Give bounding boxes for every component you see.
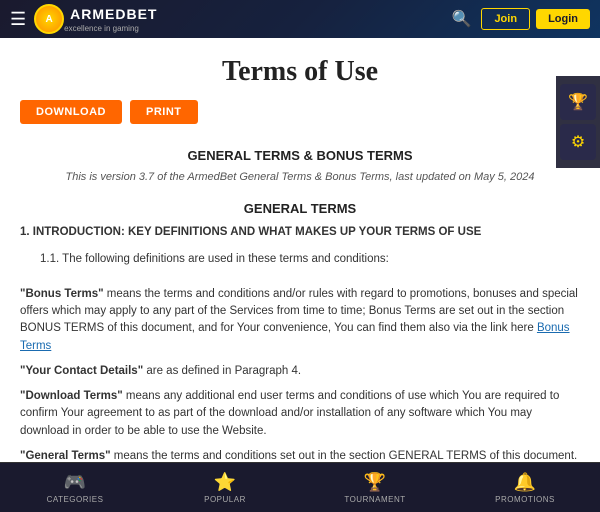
section-heading-1: GENERAL TERMS & BONUS TERMS (0, 138, 600, 167)
tournament-icon: 🏆 (364, 472, 386, 493)
logo-icon: A (34, 4, 64, 34)
categories-label: CATEGORIES (47, 495, 104, 504)
join-button[interactable]: Join (481, 8, 530, 30)
promotions-icon: 🔔 (514, 472, 536, 493)
intro-item: 1. INTRODUCTION: KEY DEFINITIONS AND WHA… (20, 224, 580, 241)
print-button[interactable]: PRINT (130, 100, 198, 124)
main-content: Terms of Use DOWNLOAD PRINT GENERAL TERM… (0, 38, 600, 462)
popular-icon: ⭐ (214, 472, 236, 493)
header: ☰ A ARMEDBET excellence in gaming 🔍 Join… (0, 0, 600, 38)
intro-sub: 1.1. The following definitions are used … (40, 251, 580, 268)
term-link[interactable]: Bonus Terms (20, 322, 570, 351)
nav-promotions[interactable]: 🔔 PROMOTIONS (450, 472, 600, 504)
nav-tournament[interactable]: 🏆 TOURNAMENT (300, 472, 450, 504)
categories-icon: 🎮 (64, 472, 86, 493)
logo-subtext: excellence in gaming (64, 24, 157, 33)
settings-button[interactable]: ⚙ (560, 124, 596, 160)
action-buttons: DOWNLOAD PRINT (0, 100, 600, 138)
search-button[interactable]: 🔍 (448, 5, 476, 33)
download-button[interactable]: DOWNLOAD (20, 100, 122, 124)
logo-container: A ARMEDBET excellence in gaming (34, 4, 157, 34)
nav-popular[interactable]: ⭐ POPULAR (150, 472, 300, 504)
bottom-nav: 🎮 CATEGORIES ⭐ POPULAR 🏆 TOURNAMENT 🔔 PR… (0, 462, 600, 512)
popular-label: POPULAR (204, 495, 246, 504)
page-title: Terms of Use (0, 38, 600, 100)
version-info: This is version 3.7 of the ArmedBet Gene… (0, 167, 600, 193)
sub-heading: GENERAL TERMS (0, 193, 600, 224)
trophy-button[interactable]: 🏆 (560, 84, 596, 120)
tournament-label: TOURNAMENT (344, 495, 405, 504)
terms-list: "Bonus Terms" means the terms and condit… (20, 286, 580, 462)
term-block: "Your Contact Details" are as defined in… (20, 363, 580, 380)
header-left: ☰ A ARMEDBET excellence in gaming (10, 4, 157, 34)
floating-panel: 🏆 ⚙ (556, 76, 600, 168)
terms-content: 1. INTRODUCTION: KEY DEFINITIONS AND WHA… (0, 224, 600, 462)
logo-text: ARMEDBET (70, 6, 157, 22)
intro-heading: 1. INTRODUCTION: KEY DEFINITIONS AND WHA… (20, 226, 481, 238)
header-right: 🔍 Join Login (448, 5, 590, 33)
hamburger-icon[interactable]: ☰ (10, 9, 26, 30)
term-block: "General Terms" means the terms and cond… (20, 448, 580, 462)
login-button[interactable]: Login (536, 9, 590, 29)
term-block: "Download Terms" means any additional en… (20, 388, 580, 440)
term-block: "Bonus Terms" means the terms and condit… (20, 286, 580, 355)
nav-categories[interactable]: 🎮 CATEGORIES (0, 472, 150, 504)
logo-text-block: ARMEDBET excellence in gaming (64, 6, 157, 33)
promotions-label: PROMOTIONS (495, 495, 555, 504)
